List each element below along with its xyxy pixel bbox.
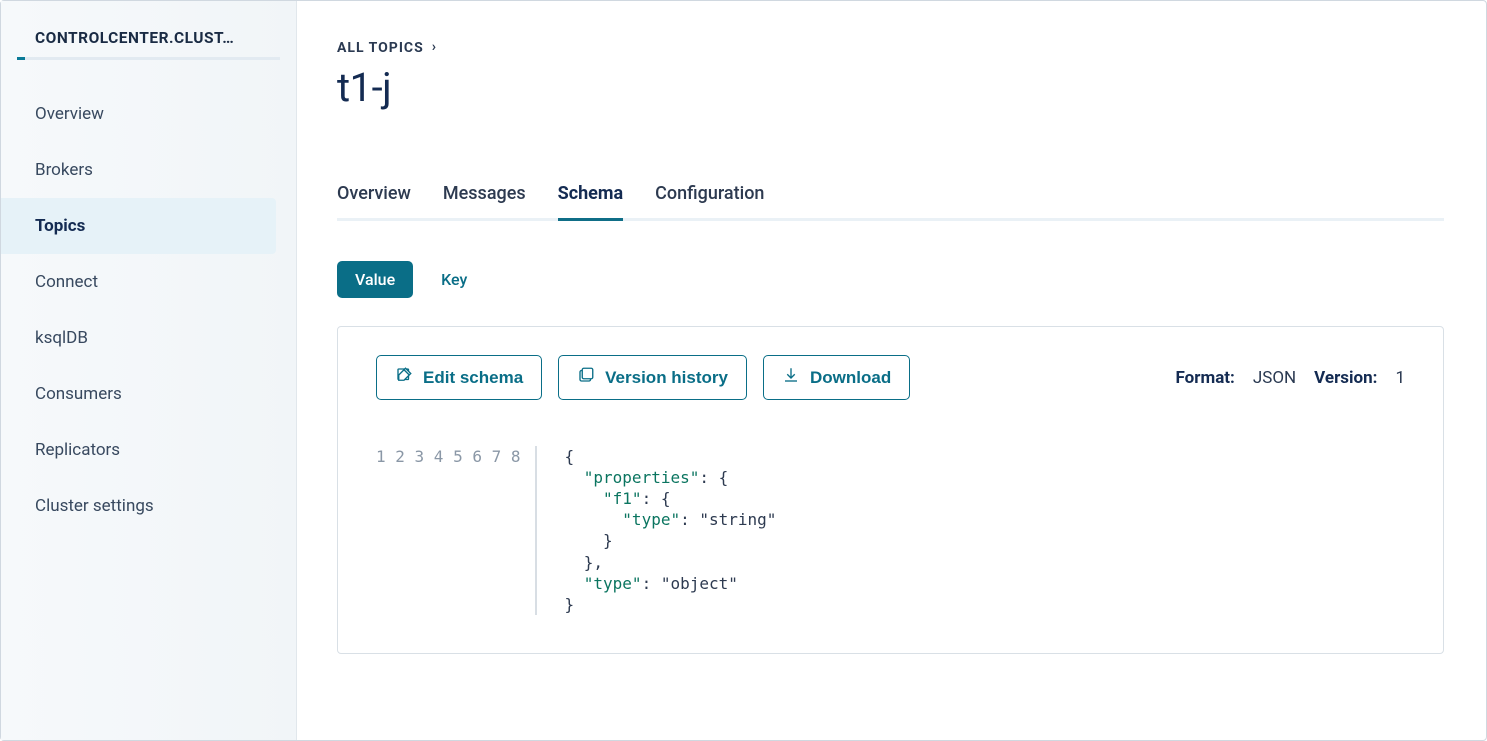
chevron-right-icon: ›	[432, 39, 437, 55]
sidebar-item-overview[interactable]: Overview	[1, 86, 296, 142]
cluster-name[interactable]: CONTROLCENTER.CLUST…	[1, 29, 296, 57]
edit-schema-label: Edit schema	[423, 368, 523, 388]
version-value: 1	[1395, 368, 1405, 388]
code-body[interactable]: { "properties": { "f1": { "type": "strin…	[537, 446, 777, 615]
sidebar-item-label: Brokers	[35, 160, 93, 180]
version-history-label: Version history	[605, 368, 728, 388]
sidebar-item-topics[interactable]: Topics	[1, 198, 276, 254]
sidebar-item-brokers[interactable]: Brokers	[1, 142, 296, 198]
history-icon	[577, 366, 595, 389]
format-label: Format:	[1176, 368, 1235, 388]
format-value: JSON	[1253, 368, 1296, 388]
sidebar-item-consumers[interactable]: Consumers	[1, 366, 296, 422]
tab-messages[interactable]: Messages	[443, 183, 526, 218]
breadcrumb-all-topics[interactable]: ALL TOPICS ›	[337, 40, 437, 56]
line-gutter: 1 2 3 4 5 6 7 8	[376, 446, 537, 615]
sidebar-item-ksqldb[interactable]: ksqlDB	[1, 310, 296, 366]
sidebar-item-label: Connect	[35, 272, 98, 292]
sidebar-item-label: Cluster settings	[35, 496, 154, 516]
breadcrumb-label: ALL TOPICS	[337, 40, 424, 56]
schema-value-key-toggle: Value Key	[337, 261, 1444, 298]
action-buttons: Edit schema Version history Download	[376, 355, 910, 400]
download-button[interactable]: Download	[763, 355, 910, 400]
sidebar-divider	[17, 57, 280, 60]
toggle-key[interactable]: Key	[441, 270, 467, 289]
sidebar: CONTROLCENTER.CLUST… Overview Brokers Topi…	[1, 1, 297, 740]
tab-overview[interactable]: Overview	[337, 183, 411, 218]
sidebar-nav: Overview Brokers Topics Connect ksqlDB Consum…	[1, 86, 296, 534]
schema-toolbar: Edit schema Version history Download For…	[376, 355, 1405, 400]
sidebar-item-replicators[interactable]: Replicators	[1, 422, 296, 478]
tab-configuration[interactable]: Configuration	[655, 183, 764, 218]
toggle-value[interactable]: Value	[337, 261, 413, 298]
schema-meta: Format: JSON Version: 1	[1176, 368, 1406, 388]
sidebar-item-label: Overview	[35, 104, 104, 124]
sidebar-item-label: Replicators	[35, 440, 120, 460]
sidebar-item-label: Consumers	[35, 384, 122, 404]
sidebar-item-label: Topics	[35, 216, 85, 236]
schema-code: 1 2 3 4 5 6 7 8 { "properties": { "f1": …	[376, 446, 1405, 615]
tab-underline	[337, 218, 1444, 221]
tab-schema[interactable]: Schema	[558, 183, 624, 218]
download-icon	[782, 366, 800, 389]
version-label: Version:	[1314, 368, 1377, 388]
sidebar-item-label: ksqlDB	[35, 328, 88, 348]
sidebar-item-cluster-settings[interactable]: Cluster settings	[1, 478, 296, 534]
edit-schema-button[interactable]: Edit schema	[376, 355, 542, 400]
tab-bar: Overview Messages Schema Configuration	[337, 183, 1444, 218]
download-label: Download	[810, 368, 891, 388]
schema-card: Edit schema Version history Download For…	[337, 326, 1444, 654]
version-history-button[interactable]: Version history	[558, 355, 747, 400]
main-content: ALL TOPICS › t1-j Overview Messages Schema…	[297, 1, 1486, 740]
sidebar-item-connect[interactable]: Connect	[1, 254, 296, 310]
edit-icon	[395, 366, 413, 389]
page-title: t1-j	[337, 64, 1444, 111]
